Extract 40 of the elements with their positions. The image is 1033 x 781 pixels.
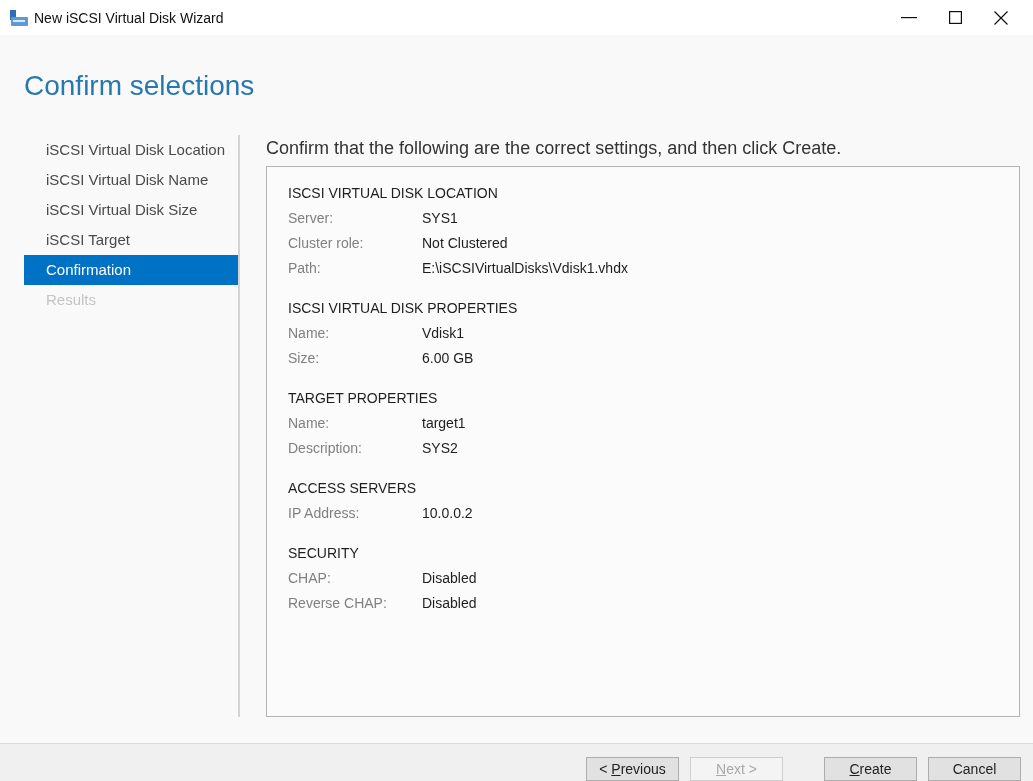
drive-icon [10,9,28,26]
section-heading: SECURITY [288,544,359,563]
field-label: Name: [288,324,331,343]
field-label: IP Address: [288,504,361,523]
wizard-step[interactable]: iSCSI Virtual Disk Name [24,165,238,195]
wizard-step[interactable]: iSCSI Target [24,225,238,255]
section-heading: TARGET PROPERTIES [288,389,438,408]
section-heading: ISCSI VIRTUAL DISK LOCATION [288,184,498,203]
field-value: Not Clustered [422,234,508,253]
field-label: Name: [288,414,331,433]
field-value: SYS1 [422,209,458,228]
field-value: E:\iSCSIVirtualDisks\Vdisk1.vhdx [422,259,628,278]
field-value: Disabled [422,569,477,588]
section-heading: ACCESS SERVERS [288,479,417,498]
section-heading: ISCSI VIRTUAL DISK PROPERTIES [288,299,518,318]
field-value: target1 [422,414,466,433]
field-label: Server: [288,209,335,228]
field-label: Path: [288,259,322,278]
field-value: 10.0.0.2 [422,504,473,523]
field-label: Description: [288,439,363,458]
close-icon [994,10,1008,25]
field-value: Vdisk1 [422,324,465,343]
field-label: CHAP: [288,569,332,588]
field-value: SYS2 [422,439,458,458]
wizard-step[interactable]: iSCSI Virtual Disk Size [24,195,238,225]
instruction-text: Confirm that the following are the correct settings, and then click Create. [266,137,842,160]
field-label: Size: [288,349,321,368]
field-value: 6.00 GB [422,349,474,368]
wizard-button[interactable]: < Previous [586,757,679,781]
field-label: Reverse CHAP: [288,594,388,613]
wizard-button[interactable]: Cancel [928,757,1021,781]
page-heading: Confirm selections [24,69,255,103]
field-label: Cluster role: [288,234,365,253]
window-title: New iSCSI Virtual Disk Wizard [34,9,224,26]
minimize-icon [901,16,917,19]
field-value: Disabled [422,594,477,613]
wizard-step[interactable]: iSCSI Virtual Disk Location [24,135,238,165]
maximize-icon [948,11,962,24]
wizard-step[interactable]: Confirmation [24,255,238,285]
wizard-button[interactable]: Create [824,757,917,781]
